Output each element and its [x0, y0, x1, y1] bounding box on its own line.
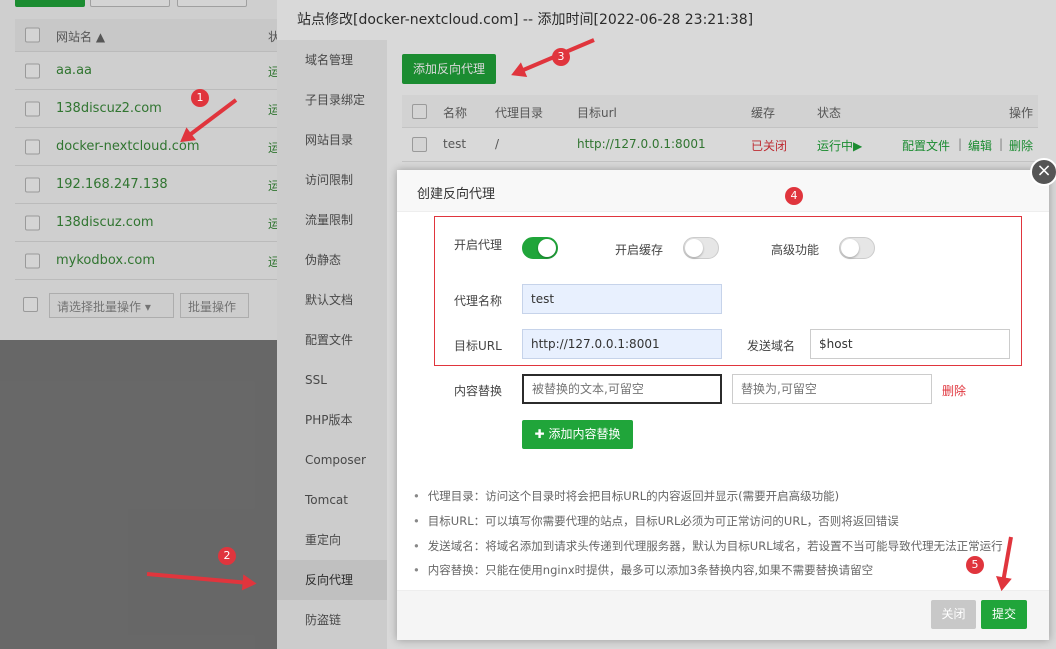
send-domain-input[interactable]	[810, 329, 1010, 359]
annotation-badge: 5	[966, 556, 984, 574]
annotation-badge: 3	[552, 48, 570, 66]
tip-item: 代理目录：访问这个目录时将会把目标URL的内容返回并显示(需要开启高级功能)	[413, 488, 839, 504]
dialog-title: 创建反向代理	[397, 170, 1049, 212]
tip-item: 发送域名：将域名添加到请求头传递到代理服务器，默认为目标URL域名，若设置不当可…	[413, 538, 1003, 554]
plus-icon: ✚	[534, 427, 545, 441]
enable-cache-toggle[interactable]	[683, 237, 719, 259]
advanced-label: 高级功能	[771, 243, 820, 257]
proxy-name-label: 代理名称	[454, 294, 503, 308]
annotation-badge: 4	[785, 187, 803, 205]
enable-proxy-label: 开启代理	[454, 238, 503, 252]
add-content-replace-button[interactable]: ✚ 添加内容替换	[522, 420, 633, 449]
replace-from-input[interactable]	[522, 374, 722, 404]
annotation-badge: 1	[191, 89, 209, 107]
add-replace-label: 添加内容替换	[548, 427, 621, 441]
annotation-badge: 2	[218, 547, 236, 565]
send-domain-label: 发送域名	[747, 339, 796, 353]
close-button[interactable]: 关闭	[931, 600, 976, 629]
tip-item: 目标URL：可以填写你需要代理的站点，目标URL必须为可正常访问的URL，否则将…	[413, 513, 899, 529]
replace-to-input[interactable]	[732, 374, 932, 404]
target-url-input[interactable]	[522, 329, 722, 359]
target-url-label: 目标URL	[454, 339, 502, 353]
advanced-toggle[interactable]	[839, 237, 875, 259]
tip-item: 内容替换：只能在使用nginx时提供，最多可以添加3条替换内容,如果不需要替换请…	[413, 562, 873, 578]
delete-replace-link[interactable]: 删除	[942, 382, 966, 399]
proxy-name-input[interactable]	[522, 284, 722, 314]
content-replace-label: 内容替换	[454, 384, 503, 398]
enable-proxy-toggle[interactable]	[522, 237, 558, 259]
close-icon[interactable]: ×	[1030, 158, 1056, 186]
submit-button[interactable]: 提交	[981, 600, 1027, 629]
enable-cache-label: 开启缓存	[615, 243, 664, 257]
